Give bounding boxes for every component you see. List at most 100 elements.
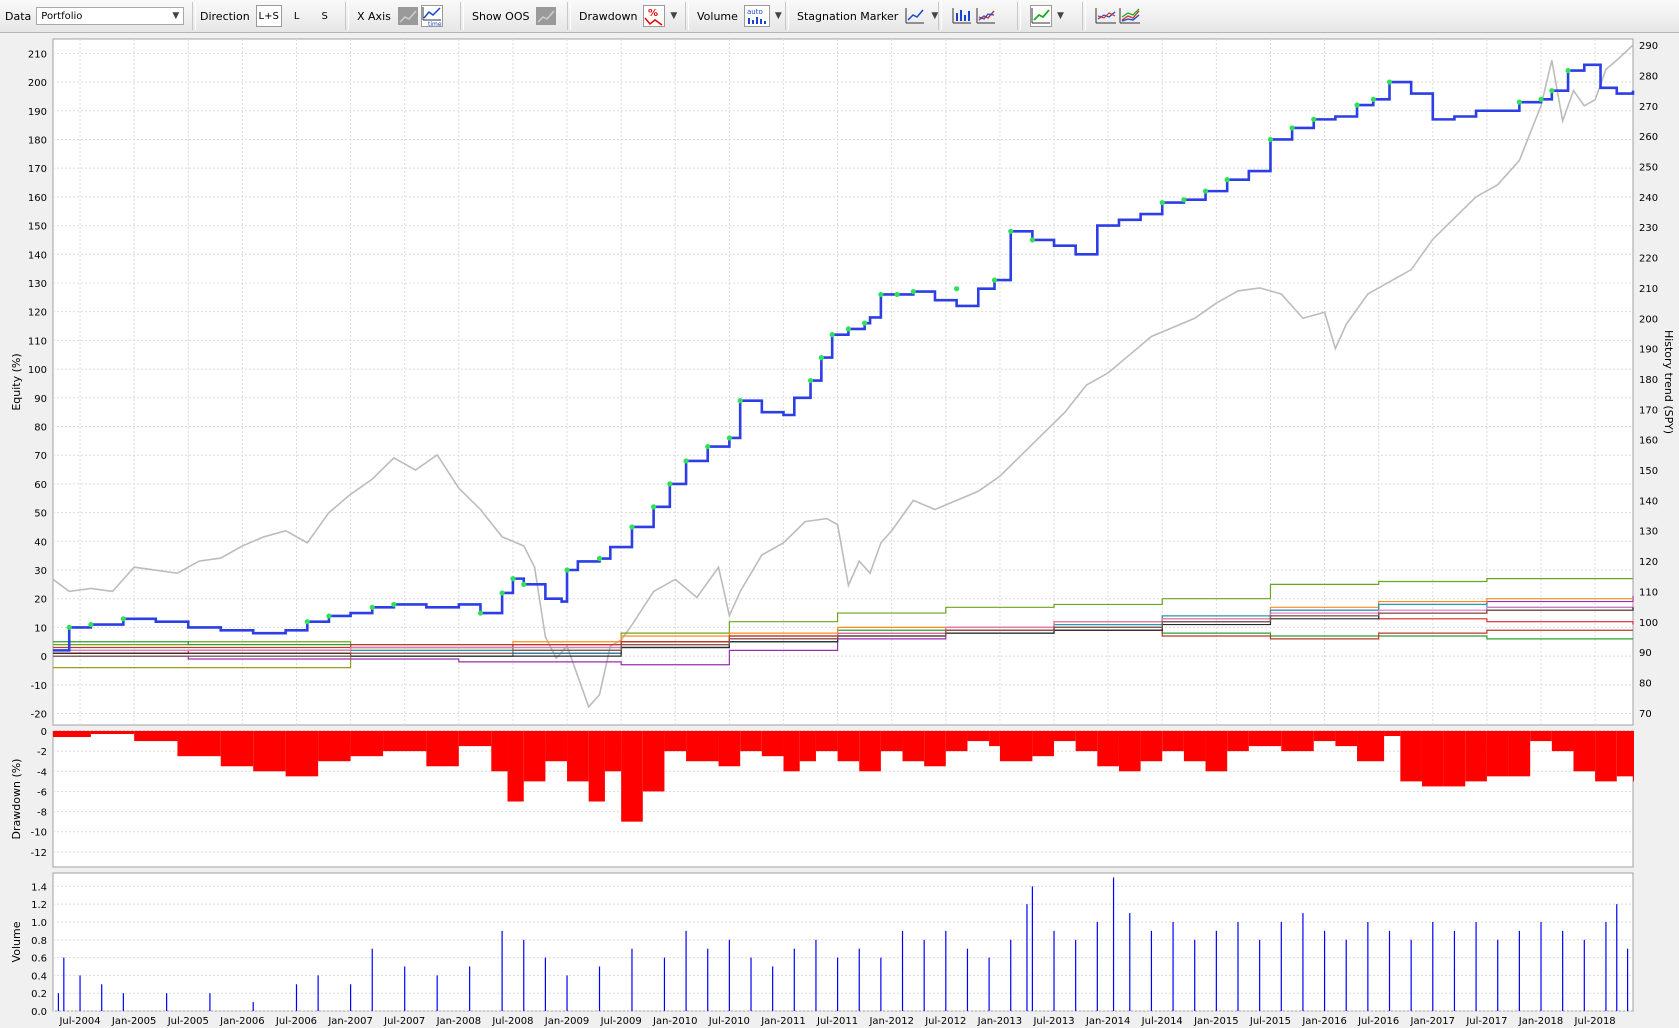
plot-background <box>52 38 1634 726</box>
drawdown-bar <box>177 731 221 757</box>
data-select[interactable]: Portfolio ▼ <box>36 7 185 25</box>
new-high-marker <box>807 377 814 384</box>
stagnation-group: Stagnation Marker ▼ <box>797 0 938 32</box>
x-tick-label: Jul-2008 <box>491 1016 533 1027</box>
y2-tick-label: 220 <box>1639 254 1658 265</box>
xaxis-time-button[interactable]: time <box>420 5 443 27</box>
y2-tick-label: 70 <box>1639 709 1652 720</box>
compare-chart-button[interactable] <box>1095 5 1117 27</box>
data-label: Data <box>5 9 32 23</box>
drawdown-bar <box>1118 731 1141 772</box>
volume-button[interactable]: auto <box>743 5 770 27</box>
x-tick-label: Jan-2012 <box>868 1016 913 1027</box>
drawdown-bar <box>1595 731 1617 782</box>
x-tick-label: Jan-2015 <box>1193 1016 1238 1027</box>
y-tick-label: 1.0 <box>31 918 47 929</box>
drawdown-bar <box>761 731 784 757</box>
drawdown-bar <box>350 731 384 757</box>
direction-long-button[interactable]: L <box>284 5 310 27</box>
new-high-marker <box>818 355 824 361</box>
drawdown-bar <box>1633 731 1634 782</box>
y2-tick-label: 120 <box>1639 557 1658 568</box>
new-high-marker <box>862 320 868 326</box>
y-tick-label: 190 <box>28 107 47 118</box>
y2-tick-label: 130 <box>1639 527 1658 538</box>
new-high-marker <box>477 610 484 616</box>
y-tick-label: 180 <box>28 135 47 146</box>
y-tick-label: -4 <box>37 767 47 778</box>
x-tick-label: Jul-2014 <box>1141 1016 1183 1027</box>
new-high-marker <box>726 435 732 441</box>
y-tick-label: 130 <box>28 279 47 290</box>
x-tick-label: Jul-2012 <box>924 1016 966 1027</box>
equity-mode-dropdown-icon[interactable]: ▼ <box>1057 11 1064 21</box>
drawdown-bar <box>1140 731 1163 762</box>
stagnation-chart-icon <box>905 8 925 24</box>
new-high-marker <box>910 288 916 295</box>
drawdown-bar <box>1443 731 1466 787</box>
x-tick-label: Jul-2017 <box>1465 1016 1507 1027</box>
drawdown-bar <box>1400 731 1422 782</box>
bar-chart-button[interactable] <box>951 5 973 27</box>
drawdown-bar <box>1616 731 1633 777</box>
spy-axis-label: History trend (SPY) <box>1662 330 1675 434</box>
x-tick-label: Jul-2005 <box>167 1016 209 1027</box>
new-high-marker <box>705 443 711 450</box>
drawdown-dropdown-icon[interactable]: ▼ <box>670 11 677 21</box>
y-tick-label: 0 <box>41 652 47 663</box>
new-high-marker <box>1549 88 1555 94</box>
x-tick-label: Jan-2009 <box>544 1016 589 1027</box>
drawdown-bar <box>1384 731 1401 737</box>
new-high-marker <box>878 291 884 298</box>
y2-tick-label: 100 <box>1639 618 1658 629</box>
x-tick-label: Jul-2006 <box>275 1016 317 1027</box>
drawdown-bar <box>815 731 838 752</box>
drawdown-bar <box>945 731 968 752</box>
stagnation-button[interactable] <box>904 5 926 27</box>
y2-tick-label: 110 <box>1639 587 1658 598</box>
drawdown-bar <box>967 731 990 742</box>
new-high-marker <box>1311 116 1317 122</box>
equity-mode-button[interactable] <box>1030 5 1052 27</box>
volume-auto-icon: auto <box>747 8 766 24</box>
drawdown-bar <box>545 731 568 762</box>
toolbar-separator <box>938 2 942 30</box>
volume-dropdown-icon[interactable]: ▼ <box>775 11 782 21</box>
y-tick-label: 170 <box>28 164 47 175</box>
volume-icon-label: auto <box>747 8 763 16</box>
direction-label: Direction <box>200 9 250 23</box>
y-tick-label: 50 <box>34 509 47 520</box>
line-chart-button[interactable] <box>975 5 997 27</box>
y-tick-label: 60 <box>34 480 47 491</box>
y-tick-label: 0.2 <box>31 989 47 1000</box>
multi-chart-button[interactable] <box>1119 5 1141 27</box>
direction-ls-button[interactable]: L+S <box>255 5 282 27</box>
x-tick-label: Jan-2008 <box>436 1016 481 1027</box>
y-tick-label: -6 <box>37 787 47 798</box>
direction-short-button[interactable]: S <box>312 5 338 27</box>
y-tick-label: 0.0 <box>31 1007 47 1018</box>
trades-axis-icon <box>397 7 418 25</box>
drawdown-bar <box>1357 731 1385 762</box>
show-oos-button[interactable] <box>535 5 557 27</box>
x-tick-label: Jan-2006 <box>219 1016 264 1027</box>
toolbar-separator <box>192 2 196 30</box>
drawdown-bar <box>642 731 665 792</box>
y-tick-label: 40 <box>34 537 47 548</box>
new-high-marker <box>667 481 673 487</box>
y2-tick-label: 200 <box>1639 314 1658 325</box>
toolbar-separator <box>567 2 571 30</box>
y2-tick-label: 180 <box>1639 375 1658 386</box>
new-high-marker <box>596 555 603 562</box>
new-high-marker <box>304 619 310 625</box>
y-tick-label: 140 <box>28 250 47 261</box>
drawdown-button[interactable]: % <box>643 5 666 27</box>
line-chart-icon <box>976 8 995 24</box>
xaxis-trades-button[interactable] <box>397 5 419 27</box>
y-tick-label: 10 <box>34 623 47 634</box>
drawdown-label: Drawdown <box>579 9 638 23</box>
new-high-marker <box>1224 177 1230 183</box>
new-high-marker <box>1267 136 1274 143</box>
x-tick-label: Jul-2004 <box>58 1016 100 1027</box>
new-high-marker <box>1008 228 1014 234</box>
